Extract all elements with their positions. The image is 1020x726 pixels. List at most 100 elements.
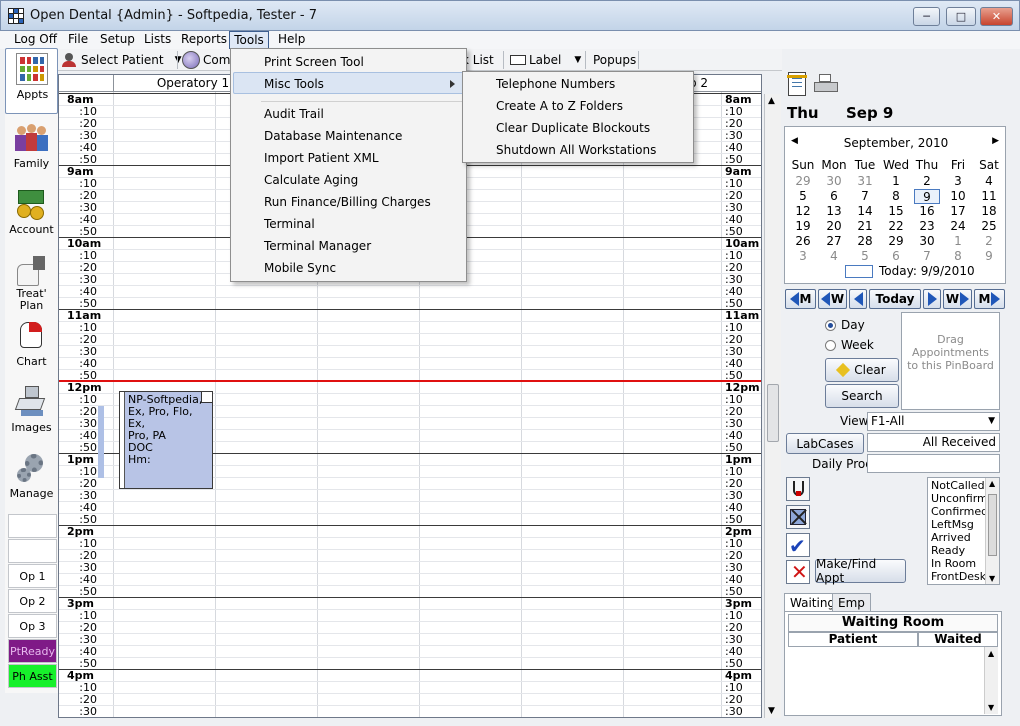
menu-item-import-patient-xml[interactable]: Import Patient XML: [264, 147, 379, 169]
notepad-icon[interactable]: [787, 72, 807, 96]
menu-item-run-finance-billing[interactable]: Run Finance/Billing Charges: [264, 191, 431, 213]
op-view-blank-2[interactable]: [8, 539, 57, 563]
next-week-button[interactable]: W: [943, 289, 972, 309]
commlog-button[interactable]: Com: [182, 51, 230, 69]
pinboard[interactable]: Drag Appointments to this PinBoard: [901, 312, 1000, 410]
printer-icon[interactable]: [814, 74, 838, 96]
menu-item-terminal[interactable]: Terminal: [264, 213, 315, 235]
waiting-scrollbar[interactable]: ▲ ▼: [984, 647, 998, 714]
calendar-day[interactable]: 27: [821, 234, 847, 249]
calendar-day[interactable]: 13: [821, 204, 847, 219]
calendar-day[interactable]: 23: [914, 219, 940, 234]
calendar-day[interactable]: 30: [914, 234, 940, 249]
calendar-day[interactable]: 2: [976, 234, 1002, 249]
menu-item-clear-duplicate-blockouts[interactable]: Clear Duplicate Blockouts: [496, 117, 650, 139]
confirmation-status-item[interactable]: LeftMsg: [931, 518, 974, 531]
module-treat-plan[interactable]: Treat' Plan: [5, 250, 58, 316]
delete-appt-button[interactable]: ✕: [786, 560, 810, 584]
prev-day-button[interactable]: [849, 289, 867, 309]
menu-reports[interactable]: Reports: [179, 31, 229, 49]
appointment-block[interactable]: NP-Softpedia, Ex, Pro, Flo, Ex, Pro, PA …: [119, 391, 213, 489]
module-chart[interactable]: Chart: [5, 316, 58, 382]
calendar-day[interactable]: 1: [883, 174, 909, 189]
menu-file[interactable]: File: [66, 31, 90, 49]
calendar-day[interactable]: 21: [852, 219, 878, 234]
calendar-day[interactable]: 19: [790, 219, 816, 234]
view-select[interactable]: F1-All ▼: [867, 412, 1000, 431]
clear-button[interactable]: Clear: [825, 358, 899, 382]
op-view-blank-1[interactable]: [8, 514, 57, 538]
menu-item-mobile-sync[interactable]: Mobile Sync: [264, 257, 336, 279]
make-find-appt-button[interactable]: Make/Find Appt: [815, 557, 906, 585]
close-button[interactable]: ✕: [980, 7, 1013, 26]
calendar-day[interactable]: 28: [852, 234, 878, 249]
menu-item-shutdown-all-workstations[interactable]: Shutdown All Workstations: [496, 139, 656, 161]
calendar-day[interactable]: 31: [852, 174, 878, 189]
module-account[interactable]: Account: [5, 184, 58, 250]
calendar-day[interactable]: 8: [945, 249, 971, 264]
unschedule-appt-button[interactable]: [786, 477, 810, 501]
menu-item-calculate-aging[interactable]: Calculate Aging: [264, 169, 358, 191]
calendar-day[interactable]: 8: [883, 189, 909, 204]
confirmation-status-item[interactable]: Confirmed: [931, 505, 988, 518]
module-appts[interactable]: Appts: [5, 48, 58, 114]
calendar-day[interactable]: 16: [914, 204, 940, 219]
menu-item-print-screen-tool[interactable]: Print Screen Tool: [264, 51, 364, 73]
day-view-radio[interactable]: [825, 320, 836, 331]
scroll-up-icon[interactable]: ▲: [768, 96, 775, 106]
calendar-day[interactable]: 7: [852, 189, 878, 204]
calendar-day[interactable]: 5: [852, 249, 878, 264]
calendar-day[interactable]: 18: [976, 204, 1002, 219]
search-button[interactable]: Search: [825, 384, 899, 408]
month-calendar[interactable]: ◀ September, 2010 ▶ Sun Mon Tue Wed Thu Fri Sa…: [784, 126, 1006, 284]
calendar-day[interactable]: 20: [821, 219, 847, 234]
calendar-next-icon[interactable]: ▶: [992, 136, 999, 146]
calendar-day[interactable]: 6: [883, 249, 909, 264]
op-view-ph-asst[interactable]: Ph Asst: [8, 664, 57, 688]
calendar-day[interactable]: 9: [976, 249, 1002, 264]
confirmation-status-list[interactable]: NotCalled Unconfirme Confirmed LeftMsg Arriv…: [927, 477, 1000, 585]
calendar-today-label[interactable]: Today: 9/9/2010: [879, 264, 975, 278]
menu-item-database-maintenance[interactable]: Database Maintenance: [264, 125, 402, 147]
calendar-day[interactable]: 3: [790, 249, 816, 264]
break-appt-button[interactable]: [786, 505, 810, 529]
menu-item-audit-trail[interactable]: Audit Trail: [264, 103, 324, 125]
confirmation-status-item[interactable]: FrontDesk: [931, 570, 986, 583]
calendar-day[interactable]: 30: [821, 174, 847, 189]
calendar-day[interactable]: 10: [945, 189, 971, 204]
list-scrollbar[interactable]: ▲ ▼: [985, 478, 999, 584]
menu-tools[interactable]: Tools: [229, 31, 269, 49]
calendar-day[interactable]: 6: [821, 189, 847, 204]
calendar-day[interactable]: 3: [945, 174, 971, 189]
maximize-button[interactable]: □: [946, 7, 976, 26]
confirmation-status-item[interactable]: Arrived: [931, 531, 971, 544]
calendar-day[interactable]: 11: [976, 189, 1002, 204]
op-view-op-1[interactable]: Op 1: [8, 564, 57, 588]
waiting-col-patient[interactable]: Patient: [788, 632, 918, 647]
prev-week-button[interactable]: W: [818, 289, 847, 309]
menu-item-telephone-numbers[interactable]: Telephone Numbers: [496, 73, 615, 95]
confirmation-status-item[interactable]: In Room: [931, 557, 976, 570]
menu-item-create-a-to-z-folders[interactable]: Create A to Z Folders: [496, 95, 623, 117]
menu-lists[interactable]: Lists: [142, 31, 173, 49]
week-view-radio[interactable]: [825, 340, 836, 351]
scroll-down-icon[interactable]: ▼: [768, 706, 775, 716]
op-view-op-2[interactable]: Op 2: [8, 589, 57, 613]
calendar-day[interactable]: 17: [945, 204, 971, 219]
prev-month-button[interactable]: M: [785, 289, 816, 309]
minimize-button[interactable]: ─: [913, 7, 940, 26]
calendar-day[interactable]: 22: [883, 219, 909, 234]
labcases-button[interactable]: LabCases: [786, 433, 864, 454]
waiting-col-waited[interactable]: Waited: [918, 632, 998, 647]
calendar-day[interactable]: 29: [883, 234, 909, 249]
menu-log-off[interactable]: Log Off: [12, 31, 59, 49]
menu-item-misc-tools[interactable]: Misc Tools: [264, 73, 324, 95]
popups-button[interactable]: Popups: [593, 51, 636, 69]
calendar-day[interactable]: 25: [976, 219, 1002, 234]
schedule-scrollbar[interactable]: ▲ ▼: [764, 94, 781, 718]
module-family[interactable]: Family: [5, 118, 58, 184]
module-images[interactable]: Images: [5, 382, 58, 448]
op-view-op-3[interactable]: Op 3: [8, 614, 57, 638]
confirmation-status-item[interactable]: NotCalled: [931, 479, 985, 492]
calendar-day[interactable]: 12: [790, 204, 816, 219]
